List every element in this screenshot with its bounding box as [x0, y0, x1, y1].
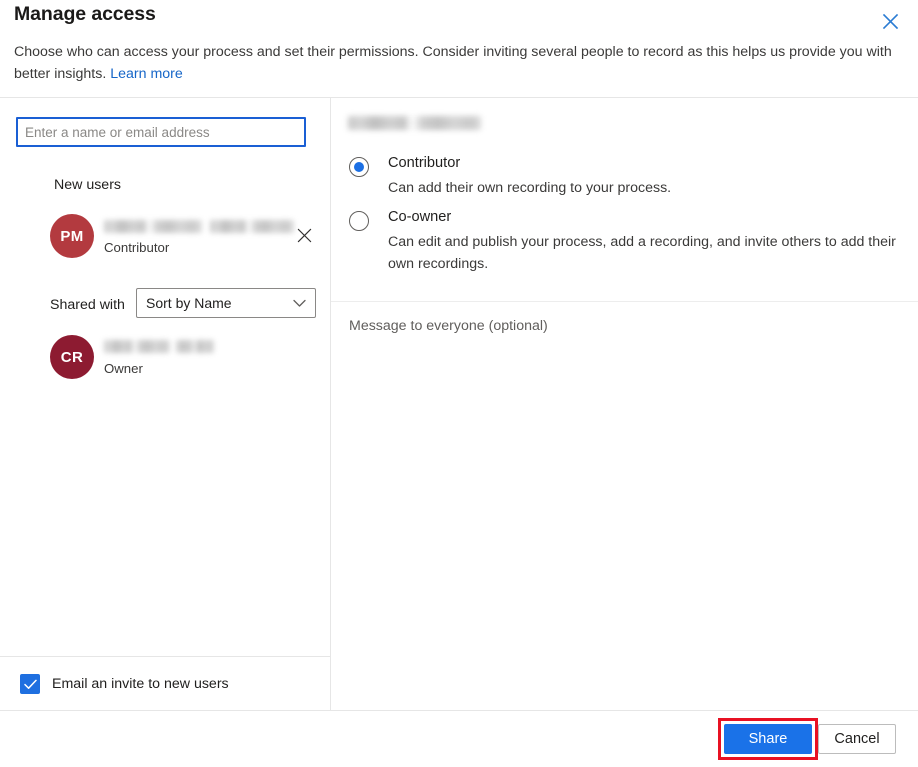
sort-by-value: Sort by Name: [146, 295, 232, 311]
permission-description: Can edit and publish your process, add a…: [388, 234, 896, 272]
email-invite-checkbox[interactable]: Email an invite to new users: [20, 672, 229, 696]
cancel-button[interactable]: Cancel: [818, 724, 896, 754]
checkmark-icon: [20, 674, 40, 694]
sort-by-dropdown[interactable]: Sort by Name: [136, 288, 316, 318]
permission-label: Co-owner: [388, 209, 452, 225]
search-input[interactable]: [16, 117, 306, 147]
radio-button-selected[interactable]: [349, 157, 369, 177]
new-users-label: New users: [54, 177, 122, 193]
close-icon: [297, 228, 312, 246]
user-role-label: Contributor: [104, 240, 170, 255]
remove-user-button[interactable]: [292, 225, 316, 249]
radio-dot-icon: [354, 162, 364, 172]
user-name-redacted-2: [176, 340, 214, 353]
learn-more-link[interactable]: Learn more: [110, 66, 183, 82]
selected-user-name-redacted: [348, 116, 481, 130]
list-item: CR Owner: [0, 335, 330, 381]
user-name-redacted: [104, 340, 170, 353]
message-input[interactable]: [331, 302, 918, 710]
permission-description: Can add their own recording to your proc…: [388, 180, 672, 196]
avatar: PM: [50, 214, 94, 258]
dialog-header: Manage access Choose who can access your…: [0, 0, 918, 97]
list-item: PM Contributor: [0, 214, 330, 260]
close-icon: [882, 13, 899, 30]
user-name-redacted: [104, 220, 202, 233]
people-panel: New users PM Contributor Shared with Sor…: [0, 98, 330, 710]
radio-button-unselected[interactable]: [349, 211, 369, 231]
user-role-label: Owner: [104, 361, 143, 376]
shared-with-label: Shared with: [50, 297, 125, 313]
dialog-description: Choose who can access your process and s…: [14, 41, 894, 85]
manage-access-dialog: Manage access Choose who can access your…: [0, 0, 918, 767]
user-name-redacted-2: [210, 220, 294, 233]
permissions-panel: Contributor Can add their own recording …: [331, 98, 918, 710]
permission-label: Contributor: [388, 155, 461, 171]
avatar: CR: [50, 335, 94, 379]
close-button[interactable]: [874, 6, 906, 36]
left-panel-divider: [0, 656, 330, 657]
page-title: Manage access: [14, 3, 156, 25]
email-invite-label: Email an invite to new users: [52, 676, 229, 692]
share-button[interactable]: Share: [724, 724, 812, 754]
chevron-down-icon: [293, 299, 315, 308]
